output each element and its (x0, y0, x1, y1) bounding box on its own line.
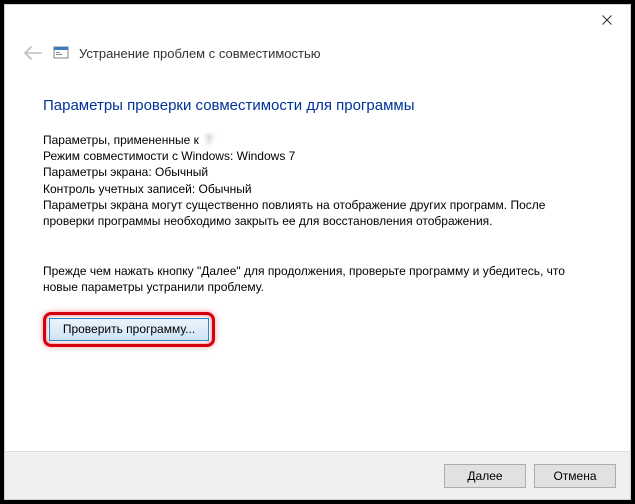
uac-line: Контроль учетных записей: Обычный (43, 181, 592, 197)
header-row: Устранение проблем с совместимостью (5, 37, 630, 73)
page-title: Параметры проверки совместимости для про… (43, 97, 592, 114)
app-icon (53, 45, 69, 61)
cancel-button[interactable]: Отмена (534, 464, 616, 488)
close-button[interactable] (584, 5, 630, 35)
params-applied-label: Параметры, примененные к (43, 133, 199, 147)
next-button[interactable]: Далее (444, 464, 526, 488)
window-title: Устранение проблем с совместимостью (79, 46, 321, 61)
back-arrow-icon (24, 46, 42, 60)
highlight-frame: Проверить программу... (43, 312, 215, 347)
content-area: Параметры проверки совместимости для про… (5, 73, 630, 347)
params-block: Параметры, примененные к T Режим совмест… (43, 132, 592, 229)
screen-warning-line: Параметры экрана могут существенно повли… (43, 197, 592, 229)
instruction-text: Прежде чем нажать кнопку "Далее" для про… (43, 263, 592, 295)
test-program-button[interactable]: Проверить программу... (49, 318, 209, 341)
back-button[interactable] (23, 43, 43, 63)
dialog-window: Устранение проблем с совместимостью Пара… (4, 4, 631, 500)
screen-params-line: Параметры экрана: Обычный (43, 164, 592, 180)
titlebar (5, 5, 630, 37)
params-applied-line: Параметры, примененные к T (43, 132, 592, 148)
footer-bar: Далее Отмена (5, 451, 630, 499)
params-applied-value: T (206, 132, 213, 148)
compat-mode-line: Режим совместимости с Windows: Windows 7 (43, 148, 592, 164)
close-icon (602, 15, 612, 25)
